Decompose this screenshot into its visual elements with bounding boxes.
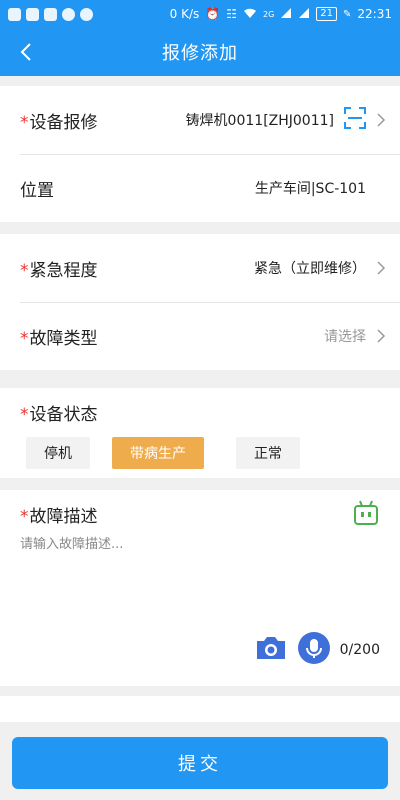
alarm-icon: ⏰ [205,7,221,21]
urgency-row[interactable]: *紧急程度 紧急（立即维修） [0,234,400,302]
app-notification-icon [8,7,21,21]
location-label: 位置 [20,180,54,201]
title-bar: 报修添加 [0,28,400,76]
back-button[interactable] [12,38,40,66]
chevron-left-icon [20,43,31,61]
required-mark: * [20,507,29,527]
app-notification-icon [26,7,39,21]
page-title: 报修添加 [162,43,238,64]
required-mark: * [20,260,29,281]
equipment-value: 铸焊机0011[ZHJ0011] [186,107,366,133]
app-notification-icon [80,7,93,21]
equipment-label: *设备报修 [20,108,98,133]
device-status-label: *设备状态 [20,400,380,425]
network-speed: 0 K/s [169,7,200,21]
status-option-normal[interactable]: 正常 [236,437,300,469]
device-status-section: *设备状态 停机 带病生产 正常 [0,388,400,478]
fault-type-label-text: 故障类型 [29,328,98,349]
fault-type-value: 请选择 [324,329,366,345]
clock: 22:31 [357,7,392,21]
urgency-section: *紧急程度 紧急（立即维修） *故障类型 请选择 [0,234,400,370]
urgency-label-text: 紧急程度 [29,260,98,281]
status-bar: 0 K/s ⏰ ☷ 2G 21 ✎ 22:31 [0,0,400,28]
status-option-stopped[interactable]: 停机 [26,437,90,469]
fault-description-section: *故障描述 0/200 [0,490,400,686]
chevron-right-icon [377,113,386,127]
fault-description-input[interactable] [20,533,360,633]
device-status-options: 停机 带病生产 正常 [20,437,380,469]
location-value: 生产车间|SC-101 [254,181,366,197]
vibrate-icon: ☷ [226,7,237,21]
scan-icon[interactable] [344,107,366,133]
status-option-degraded[interactable]: 带病生产 [112,437,204,469]
character-counter: 0/200 [339,642,380,658]
equipment-section: *设备报修 铸焊机0011[ZHJ0011] 位置 生产车间|SC-101 [0,86,400,222]
description-tools: 0/200 [254,632,380,668]
message-icon [62,7,75,21]
microphone-icon[interactable] [297,632,330,668]
device-status-label-text: 设备状态 [29,405,98,425]
fault-description-label-text: 故障描述 [29,507,98,527]
camera-icon[interactable] [254,635,288,665]
fault-type-row[interactable]: *故障类型 请选择 [0,302,400,370]
required-mark: * [20,112,29,133]
equipment-value-text: 铸焊机0011[ZHJ0011] [185,113,334,129]
submit-button[interactable]: 提交 [12,737,388,789]
charging-icon: ✎ [343,8,352,20]
notification-icons [8,7,93,21]
location-row: 位置 生产车间|SC-101 [0,154,400,222]
spacer-section [0,696,400,722]
battery-indicator: 21 [316,7,338,21]
equipment-row[interactable]: *设备报修 铸焊机0011[ZHJ0011] [0,86,400,154]
required-mark: * [20,405,29,425]
chevron-right-icon [377,329,386,343]
chevron-right-icon [377,261,386,275]
fault-type-label: *故障类型 [20,324,98,349]
urgency-value: 紧急（立即维修） [254,261,366,277]
signal-tag: 2G [262,9,275,19]
signal-icon [298,7,310,22]
app-notification-icon [44,7,57,21]
required-mark: * [20,328,29,349]
urgency-label: *紧急程度 [20,256,98,281]
fault-description-label: *故障描述 [20,502,380,527]
signal-icon [280,7,292,22]
robot-icon[interactable] [352,500,380,530]
wifi-icon [243,7,257,22]
equipment-label-text: 设备报修 [29,112,98,133]
